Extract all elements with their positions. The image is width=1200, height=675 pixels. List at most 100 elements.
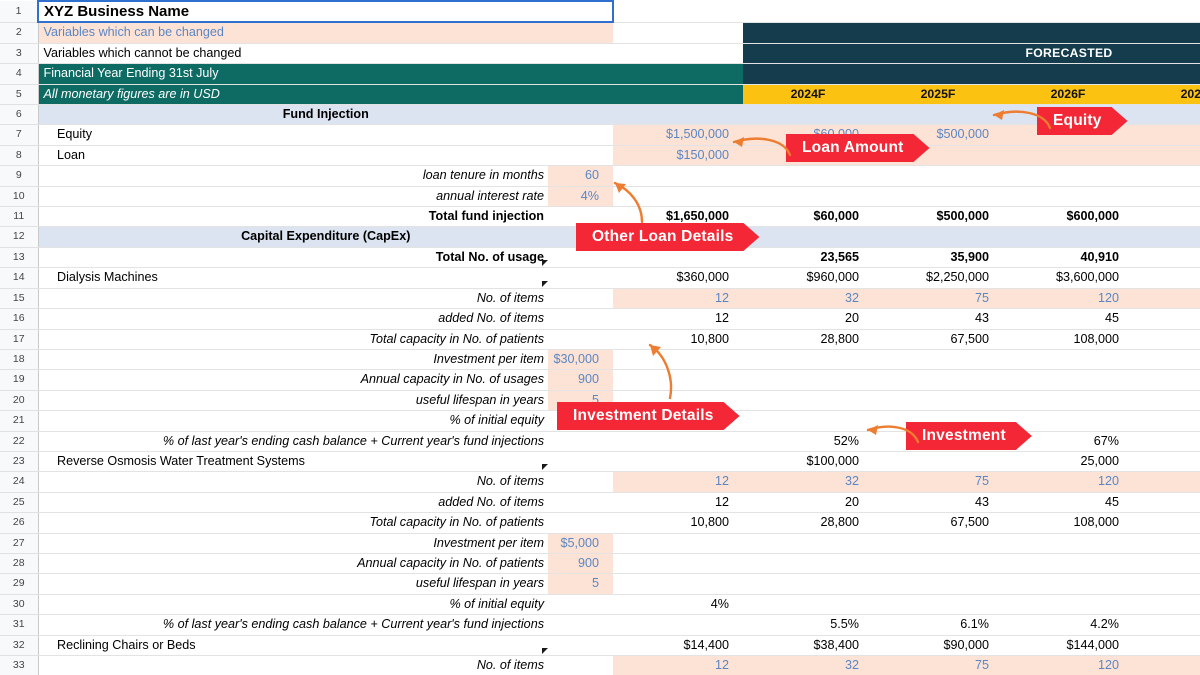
value-cell-2025f[interactable] xyxy=(743,349,873,371)
value-cell-2026f[interactable] xyxy=(873,349,1003,371)
value-cell-2024f[interactable]: $150,000 xyxy=(613,145,743,167)
value-cell-2024f[interactable] xyxy=(613,451,743,473)
value-cell-2027f[interactable] xyxy=(1003,594,1133,616)
value-cell-2026f[interactable]: $90,000 xyxy=(873,635,1003,657)
value-cell-2028f[interactable] xyxy=(1133,594,1200,616)
sheet-row[interactable]: 29 useful lifespan in years 5 xyxy=(0,573,1200,595)
value-cell-2028f[interactable] xyxy=(1133,553,1200,575)
value-cell-2027f[interactable] xyxy=(1003,553,1133,575)
row-header[interactable]: 5 xyxy=(0,84,39,106)
sheet-row[interactable]: 6 Fund Injection xyxy=(0,104,1200,126)
value-cell-2026f[interactable]: 75 xyxy=(873,288,1003,310)
sheet-row[interactable]: 8 Loan $150,000 xyxy=(0,145,1200,167)
value-cell-2027f[interactable] xyxy=(1003,533,1133,554)
value-cell-2027f[interactable]: 108,000 xyxy=(1003,329,1133,350)
input-cell[interactable]: $5,000 xyxy=(548,533,613,554)
value-cell-2027f[interactable] xyxy=(1003,369,1133,391)
value-cell-2026f[interactable]: 6.1% xyxy=(873,614,1003,636)
value-cell-2025f[interactable]: $960,000 xyxy=(743,267,873,289)
sheet-row[interactable]: 1 XYZ Business Name xyxy=(0,0,1200,24)
value-cell-2026f[interactable]: 75 xyxy=(873,655,1003,675)
value-cell-2028f[interactable]: 6 xyxy=(1133,431,1200,452)
value-cell-2027f[interactable]: 45 xyxy=(1003,308,1133,330)
value-cell-2024f[interactable] xyxy=(613,165,743,187)
input-cell[interactable] xyxy=(548,124,613,146)
row-header[interactable]: 12 xyxy=(0,226,39,248)
value-cell-2028f[interactable] xyxy=(1133,533,1200,554)
value-cell-2027f[interactable]: 4.2% xyxy=(1003,614,1133,636)
value-cell-2025f[interactable]: 20 xyxy=(743,492,873,514)
value-cell-2025f[interactable]: 32 xyxy=(743,655,873,675)
row-header[interactable]: 25 xyxy=(0,492,39,514)
value-cell-2028f[interactable]: 1 xyxy=(1133,471,1200,493)
row-header[interactable]: 18 xyxy=(0,349,39,371)
row-header[interactable]: 30 xyxy=(0,594,39,616)
row-header[interactable]: 29 xyxy=(0,573,39,595)
input-cell[interactable] xyxy=(548,635,613,657)
value-cell-2028f[interactable] xyxy=(1133,308,1200,330)
value-cell-2027f[interactable]: 108,000 xyxy=(1003,512,1133,534)
value-cell-2027f[interactable] xyxy=(1003,186,1133,208)
value-cell-2025f[interactable]: 52% xyxy=(743,431,873,452)
row-header[interactable]: 20 xyxy=(0,390,39,412)
sheet-row[interactable]: 14 Dialysis Machines $360,000 $960,000 $2,25… xyxy=(0,267,1200,289)
value-cell-2027f[interactable]: $600,000 xyxy=(1003,206,1133,228)
value-cell-2024f[interactable] xyxy=(613,431,743,452)
value-cell-2028f[interactable]: 1 xyxy=(1133,655,1200,675)
value-cell-2027f[interactable]: 120 xyxy=(1003,471,1133,493)
value-cell-2027f[interactable]: 45 xyxy=(1003,492,1133,514)
value-cell-2024f[interactable] xyxy=(613,614,743,636)
value-cell-2026f[interactable]: 35,900 xyxy=(873,247,1003,269)
year-header-2024f[interactable]: 2024F xyxy=(743,84,873,106)
value-cell-2026f[interactable]: $500,000 xyxy=(873,206,1003,228)
value-cell-2028f[interactable]: 135,0 xyxy=(1133,329,1200,350)
value-cell-2024f[interactable]: 12 xyxy=(613,288,743,310)
row-header[interactable]: 28 xyxy=(0,553,39,575)
value-cell-2028f[interactable] xyxy=(1133,165,1200,187)
input-cell[interactable] xyxy=(548,308,613,330)
value-cell-2024f[interactable] xyxy=(613,533,743,554)
sheet-row[interactable]: 24 No. of items 1232751201 xyxy=(0,471,1200,493)
input-cell[interactable] xyxy=(548,451,613,473)
row-header[interactable]: 16 xyxy=(0,308,39,330)
value-cell-2025f[interactable]: $38,400 xyxy=(743,635,873,657)
value-cell-2025f[interactable]: $60,000 xyxy=(743,206,873,228)
sheet-row[interactable]: 19 Annual capacity in No. of usages 900 xyxy=(0,369,1200,391)
value-cell-2028f[interactable] xyxy=(1133,573,1200,595)
value-cell-2025f[interactable] xyxy=(743,165,873,187)
value-cell-2027f[interactable] xyxy=(1003,390,1133,412)
value-cell-2027f[interactable] xyxy=(1003,145,1133,167)
row-header[interactable]: 23 xyxy=(0,451,39,473)
value-cell-2026f[interactable] xyxy=(873,390,1003,412)
value-cell-2025f[interactable] xyxy=(743,410,873,432)
input-cell[interactable] xyxy=(548,267,613,289)
sheet-row[interactable]: 18 Investment per item $30,000 xyxy=(0,349,1200,371)
value-cell-2028f[interactable] xyxy=(1133,369,1200,391)
value-cell-2024f[interactable]: 4% xyxy=(613,594,743,616)
value-cell-2026f[interactable]: 67,500 xyxy=(873,329,1003,350)
value-cell-2027f[interactable]: 120 xyxy=(1003,288,1133,310)
value-cell-2025f[interactable] xyxy=(743,369,873,391)
value-cell-2026f[interactable] xyxy=(873,553,1003,575)
input-cell[interactable]: 900 xyxy=(548,553,613,575)
input-cell[interactable] xyxy=(548,614,613,636)
value-cell-2028f[interactable] xyxy=(1133,145,1200,167)
row-header[interactable]: 8 xyxy=(0,145,39,167)
sheet-row[interactable]: 15 No. of items 1232751201 xyxy=(0,288,1200,310)
row-header[interactable]: 9 xyxy=(0,165,39,187)
value-cell-2025f[interactable]: 32 xyxy=(743,288,873,310)
row-header[interactable]: 1 xyxy=(0,1,39,23)
value-cell-2028f[interactable]: 135,0 xyxy=(1133,512,1200,534)
value-cell-2027f[interactable]: $144,000 xyxy=(1003,635,1133,657)
input-cell[interactable] xyxy=(548,655,613,675)
row-header[interactable]: 7 xyxy=(0,124,39,146)
input-cell[interactable]: $30,000 xyxy=(548,349,613,371)
row-header[interactable]: 32 xyxy=(0,635,39,657)
row-header[interactable]: 22 xyxy=(0,431,39,452)
input-cell[interactable] xyxy=(548,145,613,167)
sheet-row[interactable]: 30 % of initial equity 4% xyxy=(0,594,1200,616)
spreadsheet-canvas[interactable]: 1 XYZ Business Name 2 Variables which can b… xyxy=(0,0,1200,675)
row-header[interactable]: 33 xyxy=(0,655,39,675)
value-cell-2028f[interactable]: $180,0 xyxy=(1133,635,1200,657)
sheet-row[interactable]: 4 Financial Year Ending 31st July xyxy=(0,63,1200,85)
